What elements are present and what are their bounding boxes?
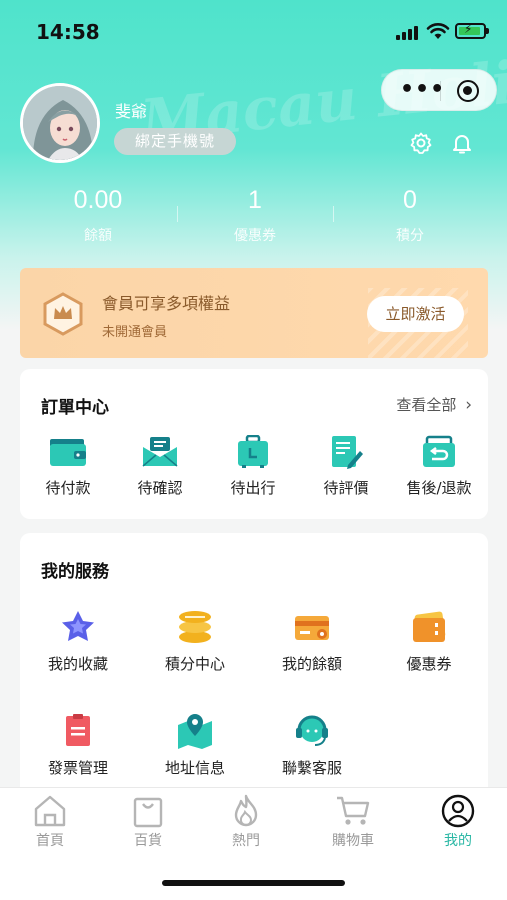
close-target-icon[interactable] — [457, 80, 479, 102]
status-bar: 14:58 ⚡ — [0, 0, 507, 60]
tab-label: 我的 — [444, 833, 472, 849]
stat-label: 優惠券 — [234, 228, 276, 244]
avatar[interactable] — [20, 83, 100, 163]
stat-label: 積分 — [396, 228, 424, 244]
stat-divider — [333, 206, 334, 222]
stat-label: 餘額 — [84, 228, 112, 244]
bell-icon[interactable] — [450, 131, 474, 155]
view-all-label: 查看全部 — [396, 396, 457, 414]
cart-icon — [337, 796, 370, 825]
order-pending-confirm[interactable]: 待確認 — [114, 435, 206, 498]
username: 斐爺 — [115, 102, 148, 121]
service-label: 地址信息 — [164, 759, 225, 777]
tab-label: 首頁 — [36, 833, 64, 849]
services-title: 我的服務 — [41, 562, 109, 582]
tab-me[interactable]: 我的 — [418, 794, 498, 850]
bind-phone-button[interactable]: 綁定手機號 — [114, 128, 236, 155]
activate-button[interactable]: 立即激活 — [367, 296, 464, 332]
service-label: 我的餘額 — [281, 655, 342, 673]
star-icon — [62, 611, 94, 641]
service-label: 積分中心 — [164, 655, 225, 673]
tab-home[interactable]: 首頁 — [10, 794, 90, 850]
service-label: 優惠券 — [406, 655, 452, 673]
order-label: 待評價 — [323, 479, 369, 497]
stat-divider — [177, 206, 178, 222]
tab-department-store[interactable]: 百貨 — [108, 794, 188, 850]
order-label: 待付款 — [45, 479, 91, 497]
service-balance[interactable]: 我的餘額 — [254, 609, 370, 674]
miniprogram-capsule: ••• — [381, 69, 497, 111]
chevron-right-icon: › — [465, 395, 472, 415]
order-after-sales[interactable]: 售後/退款 — [393, 435, 485, 498]
tab-cart[interactable]: 購物車 — [313, 794, 393, 850]
stat-balance[interactable]: 0.00 餘額 — [28, 186, 168, 245]
headset-icon — [296, 715, 328, 746]
order-pending-payment[interactable]: 待付款 — [22, 435, 114, 498]
order-label: 待出行 — [230, 479, 276, 497]
battery-icon: ⚡ — [455, 22, 489, 39]
view-all-orders-link[interactable]: 查看全部 › — [396, 394, 472, 415]
service-label: 我的收藏 — [47, 655, 108, 673]
settings-gear-icon[interactable] — [409, 131, 433, 155]
flame-icon — [234, 794, 258, 827]
order-label: 待確認 — [137, 479, 183, 497]
invoice-icon — [66, 714, 90, 746]
stat-value: 1 — [248, 186, 262, 214]
member-subtitle: 未開通會員 — [102, 325, 168, 340]
refund-icon — [423, 435, 455, 467]
home-indicator — [162, 880, 345, 886]
order-center-title: 訂單中心 — [41, 398, 109, 418]
user-icon — [441, 794, 475, 828]
tab-label: 購物車 — [332, 833, 374, 849]
review-icon — [332, 436, 363, 469]
crown-badge-icon — [43, 292, 83, 336]
coupon-icon — [413, 611, 446, 642]
map-pin-icon — [178, 714, 212, 749]
stat-points[interactable]: 0 積分 — [340, 186, 480, 245]
order-pending-travel[interactable]: 待出行 — [207, 435, 299, 498]
bag-icon — [133, 797, 163, 828]
stat-coupons[interactable]: 1 優惠券 — [185, 186, 325, 245]
order-center-card: 訂單中心 查看全部 › 待付款 待確認 待出行 待評價 售後/退款 — [20, 369, 488, 519]
stat-value: 0.00 — [73, 186, 123, 214]
stat-value: 0 — [403, 186, 417, 214]
signal-icon — [396, 24, 420, 40]
services-card: 我的服務 我的收藏 積分中心 我的餘額 優惠券 發票管理 地址信息 聯繫客服 — [20, 533, 488, 803]
card-icon — [295, 616, 329, 640]
tab-label: 百貨 — [134, 833, 162, 849]
service-label: 發票管理 — [47, 759, 108, 777]
service-invoice[interactable]: 發票管理 — [20, 713, 136, 778]
service-coupons[interactable]: 優惠券 — [371, 609, 487, 674]
luggage-icon — [238, 435, 268, 468]
service-customer-support[interactable]: 聯繫客服 — [254, 713, 370, 778]
status-time: 14:58 — [36, 20, 100, 44]
more-icon[interactable]: ••• — [400, 77, 445, 102]
home-icon — [34, 795, 66, 827]
order-label: 售後/退款 — [406, 479, 472, 497]
service-points-center[interactable]: 積分中心 — [137, 609, 253, 674]
wallet-icon — [50, 439, 86, 466]
service-address[interactable]: 地址信息 — [137, 713, 253, 778]
member-banner[interactable]: 會員可享多項權益 未開通會員 立即激活 — [20, 268, 488, 358]
wifi-icon — [426, 23, 450, 39]
tab-popular[interactable]: 熱門 — [206, 794, 286, 850]
coins-icon — [179, 611, 211, 643]
member-title: 會員可享多項權益 — [102, 294, 231, 313]
service-favorites[interactable]: 我的收藏 — [20, 609, 136, 674]
service-label: 聯繫客服 — [281, 759, 342, 777]
order-pending-review[interactable]: 待評價 — [300, 435, 392, 498]
tab-label: 熱門 — [232, 833, 260, 849]
envelope-icon — [142, 437, 178, 467]
